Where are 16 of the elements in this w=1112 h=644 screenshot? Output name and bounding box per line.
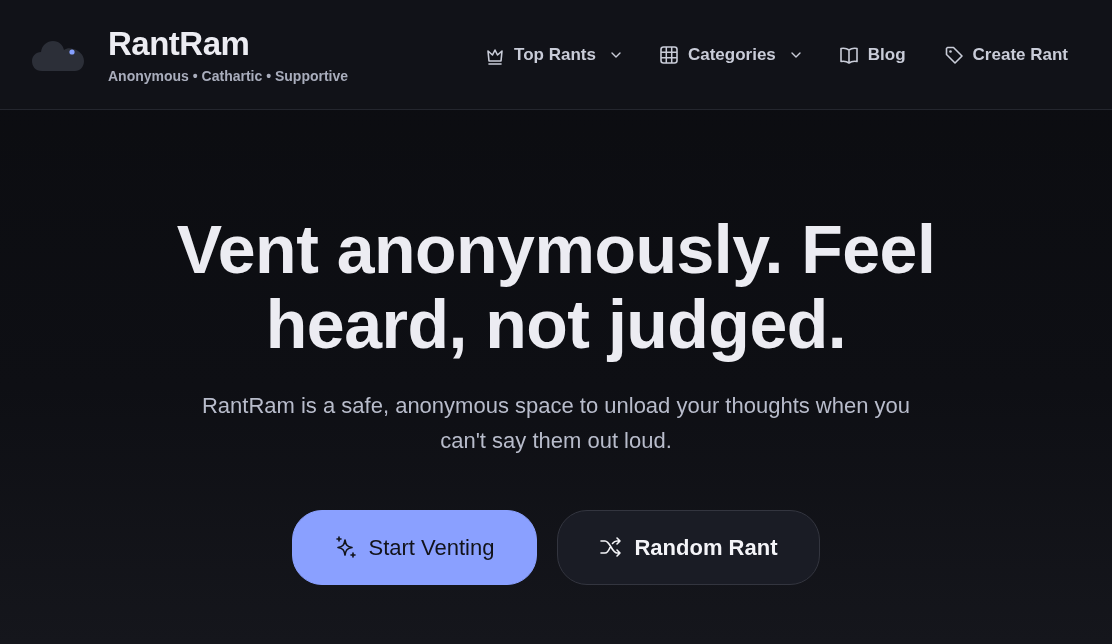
cloud-logo-icon [32, 38, 84, 71]
hero-heading: Vent anonymously. Feel heard, not judged. [175, 212, 937, 362]
nav-link[interactable]: Create Rant [943, 41, 1068, 68]
grid-icon [658, 44, 679, 65]
sparkles-icon [334, 536, 357, 559]
brand-name[interactable]: RantRam [108, 26, 349, 60]
nav-dropdown[interactable]: Top Rants [485, 41, 621, 68]
nav-dropdown[interactable]: Categories [658, 41, 801, 68]
nav-link[interactable]: Blog [838, 41, 906, 68]
random-button[interactable]: Random Rant [557, 509, 821, 585]
hero-text: RantRam is a safe, anonymous space to unload your thoughts when you can't say them out loud. [200, 391, 912, 455]
book-icon [838, 44, 859, 65]
tag-icon [943, 44, 964, 65]
start-button[interactable]: Start Venting [291, 509, 538, 585]
brand-tagline: Anonymous • Cathartic • Supportive [108, 68, 349, 83]
shuffle-icon [600, 536, 623, 559]
